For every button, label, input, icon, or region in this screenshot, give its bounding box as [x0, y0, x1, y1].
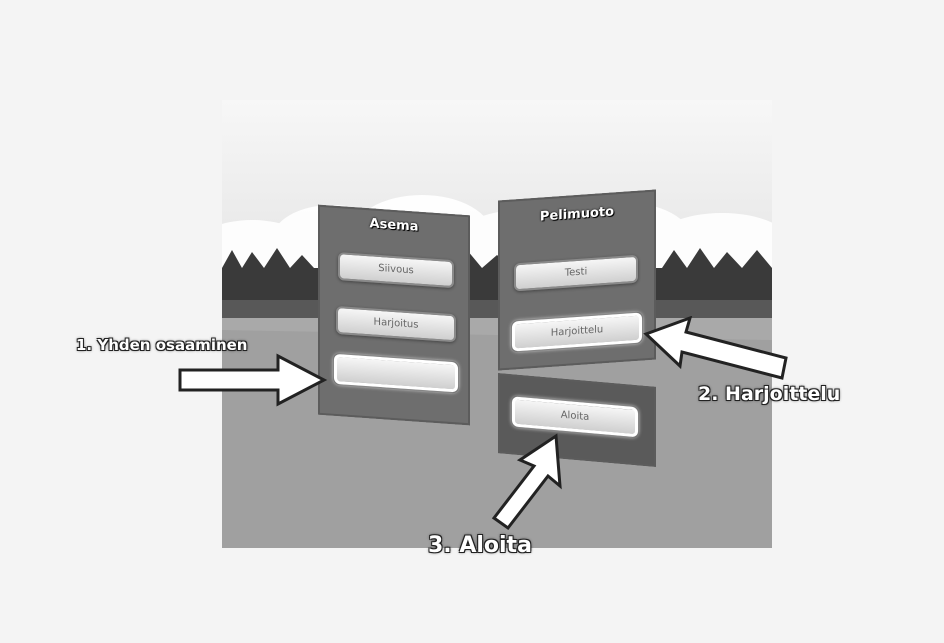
siivous-button[interactable]: Siivous: [338, 252, 454, 289]
arrow-left-icon: [643, 316, 788, 380]
pelimuoto-title: Pelimuoto: [539, 204, 615, 225]
harjoitus-button[interactable]: Harjoitus: [336, 305, 456, 343]
pelimuoto-panel: Pelimuoto Testi Harjoittelu: [498, 189, 656, 371]
arrow-up-icon: [491, 433, 562, 531]
asema-panel: Asema Siivous Harjoitus: [318, 204, 470, 426]
yhden-osaaminen-button[interactable]: [334, 353, 458, 393]
harjoittelu-button[interactable]: Harjoittelu: [512, 312, 642, 352]
arrow-right-icon: [178, 353, 328, 407]
testi-button[interactable]: Testi: [514, 254, 638, 292]
step3-label: 3. Aloita: [428, 533, 532, 558]
asema-title: Asema: [369, 216, 419, 235]
step2-label: 2. Harjoittelu: [698, 383, 841, 405]
